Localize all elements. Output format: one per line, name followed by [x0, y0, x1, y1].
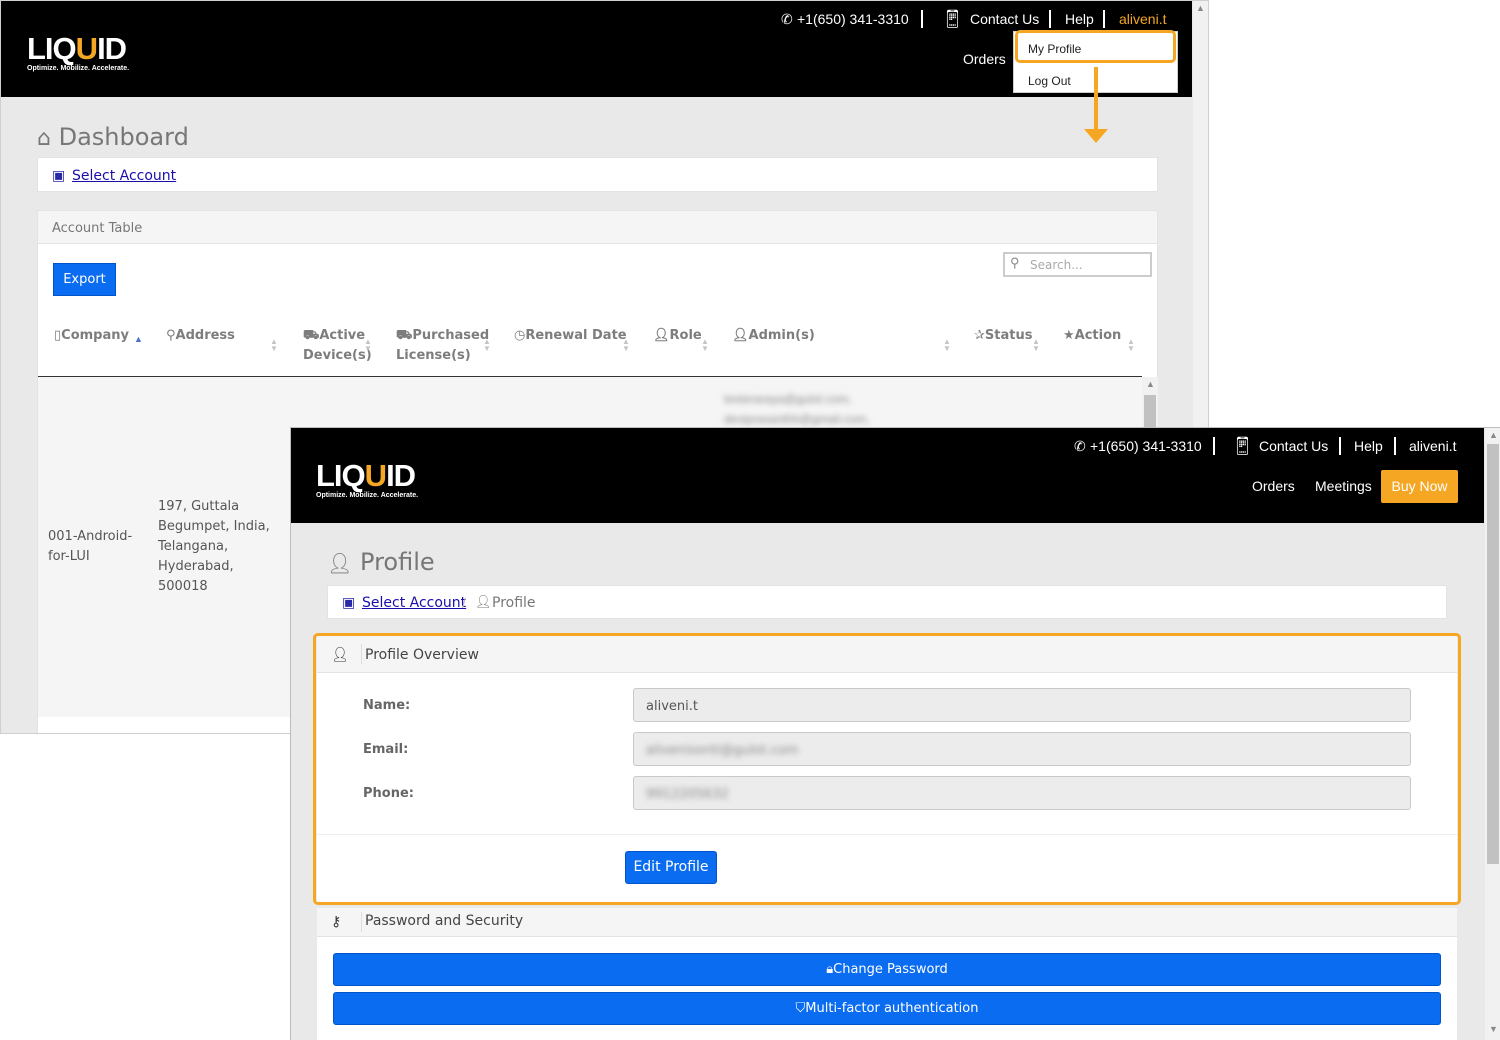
sort-icon[interactable]: ▲ ▼	[1032, 338, 1040, 353]
column-header-admins[interactable]: 👤︎Admin(s)	[732, 326, 815, 346]
log-out-item[interactable]: Log Out	[1028, 74, 1071, 88]
user-icon: 👤︎	[327, 551, 353, 575]
sort-icon[interactable]: ▲ ▼	[701, 338, 709, 353]
user-menu-toggle[interactable]: aliveni.t	[1409, 438, 1456, 454]
sort-icon[interactable]: ▲ ▼	[270, 338, 278, 353]
phone-icon: ✆	[781, 11, 793, 27]
divider	[921, 10, 923, 28]
arrow-down-icon	[1084, 129, 1108, 143]
search-icon: ⚲	[1010, 255, 1020, 270]
sort-icon[interactable]: ▲ ▼	[364, 338, 372, 353]
user-icon: 👤︎	[732, 328, 749, 343]
company-cell: 001-Android-for-LUI	[48, 529, 133, 564]
table-title: Account Table	[52, 221, 143, 236]
admins-cell: testeraraya@gulot.com, deviprasanthh@gmai…	[724, 392, 870, 426]
user-icon: 👤︎	[653, 328, 670, 343]
page-title: 👤︎ Profile	[327, 548, 435, 576]
phone-number: +1(650) 341-3310	[797, 11, 909, 27]
password-security-title: Password and Security	[365, 913, 524, 929]
user-icon: 👤︎	[475, 594, 492, 609]
star-icon: ★	[1063, 328, 1075, 343]
panel-header: ⚷ Password and Security	[317, 908, 1457, 937]
profile-window: LIQUID Optimize. Mobilize. Accelerate. ✆…	[290, 427, 1500, 1040]
sort-icon[interactable]: ▲ ▼	[483, 338, 491, 353]
star-icon: ✰	[974, 328, 985, 343]
contact-us-link[interactable]: Contact Us	[970, 11, 1039, 27]
change-password-button[interactable]: 🔒︎Change Password	[333, 953, 1441, 986]
highlight-box	[313, 633, 1461, 905]
liquid-logo[interactable]: LIQUID Optimize. Mobilize. Accelerate.	[316, 460, 418, 499]
contact-icon: 📱︎	[941, 9, 964, 29]
breadcrumb-separator: /	[462, 595, 466, 611]
cart-icon: ⛟	[303, 328, 320, 343]
sort-icon[interactable]: ▲ ▼	[622, 338, 630, 353]
column-header-company[interactable]: ▯Company	[54, 326, 129, 346]
address-cell: 197, Guttala Begumpet, India, Telangana,…	[158, 499, 270, 594]
divider	[1049, 10, 1051, 28]
home-icon: ⌂	[37, 126, 51, 151]
phone-icon: ✆	[1074, 438, 1086, 454]
password-security-panel: ⚷ Password and Security 🔒︎Change Passwor…	[317, 908, 1457, 1040]
panel-header: Account Table	[38, 211, 1157, 244]
help-link[interactable]: Help	[1354, 438, 1383, 454]
key-icon: ⚷	[331, 913, 342, 929]
divider	[1394, 437, 1396, 455]
export-button[interactable]: Export	[53, 263, 116, 296]
sort-icon[interactable]: ▲	[134, 335, 143, 344]
highlight-box	[1015, 30, 1176, 63]
contact-us-link[interactable]: Contact Us	[1259, 438, 1328, 454]
divider	[1213, 437, 1215, 455]
divider	[1103, 10, 1105, 28]
mfa-button[interactable]: ⛉Multi-factor authentication	[333, 992, 1441, 1025]
column-header-address[interactable]: ⚲Address	[166, 326, 235, 346]
page-scrollbar[interactable]: ▲ ▼	[1485, 428, 1500, 1040]
buy-now-button[interactable]: Buy Now	[1381, 470, 1458, 503]
column-header-action[interactable]: ★Action	[1063, 326, 1121, 346]
user-menu-toggle[interactable]: aliveni.t	[1119, 11, 1166, 27]
liquid-logo[interactable]: LIQUID Optimize. Mobilize. Accelerate.	[27, 33, 129, 72]
briefcase-icon: ▣	[52, 167, 66, 183]
top-header: LIQUID Optimize. Mobilize. Accelerate. ✆…	[291, 428, 1484, 523]
select-account-link[interactable]: Select Account	[362, 595, 466, 611]
breadcrumb: ▣ Select Account / 👤︎ Profile	[327, 585, 1447, 619]
column-header-status[interactable]: ✰Status	[974, 326, 1032, 346]
nav-orders[interactable]: Orders	[963, 51, 1006, 67]
column-header-purchased-licenses[interactable]: ⛟Purchased License(s)	[396, 326, 489, 366]
column-header-active-devices[interactable]: ⛟Active Device(s)	[303, 326, 372, 366]
breadcrumb-current: Profile	[492, 595, 536, 611]
divider	[1339, 437, 1341, 455]
nav-orders[interactable]: Orders	[1252, 478, 1295, 494]
nav-meetings[interactable]: Meetings	[1315, 478, 1372, 494]
briefcase-icon: ▣	[342, 594, 356, 610]
phone-number: +1(650) 341-3310	[1090, 438, 1202, 454]
clock-icon: ◷	[514, 328, 526, 343]
shield-icon: ⛉	[795, 1001, 806, 1016]
sort-icon[interactable]: ▲ ▼	[943, 338, 951, 353]
select-account-link[interactable]: Select Account	[72, 168, 176, 184]
arrow-shaft	[1094, 67, 1098, 131]
contact-icon: 📱︎	[1231, 436, 1254, 456]
search-input[interactable]: ⚲ Search...	[1003, 252, 1152, 277]
page-title: ⌂ Dashboard	[37, 123, 189, 151]
map-pin-icon: ⚲	[166, 328, 176, 343]
help-link[interactable]: Help	[1065, 11, 1094, 27]
column-header-renewal-date[interactable]: ◷Renewal Date	[514, 326, 627, 346]
breadcrumb: ▣ Select Account	[37, 157, 1158, 192]
column-header-role[interactable]: 👤︎Role	[653, 326, 702, 346]
sort-icon[interactable]: ▲ ▼	[1127, 338, 1135, 353]
cart-icon: ⛟	[396, 328, 413, 343]
